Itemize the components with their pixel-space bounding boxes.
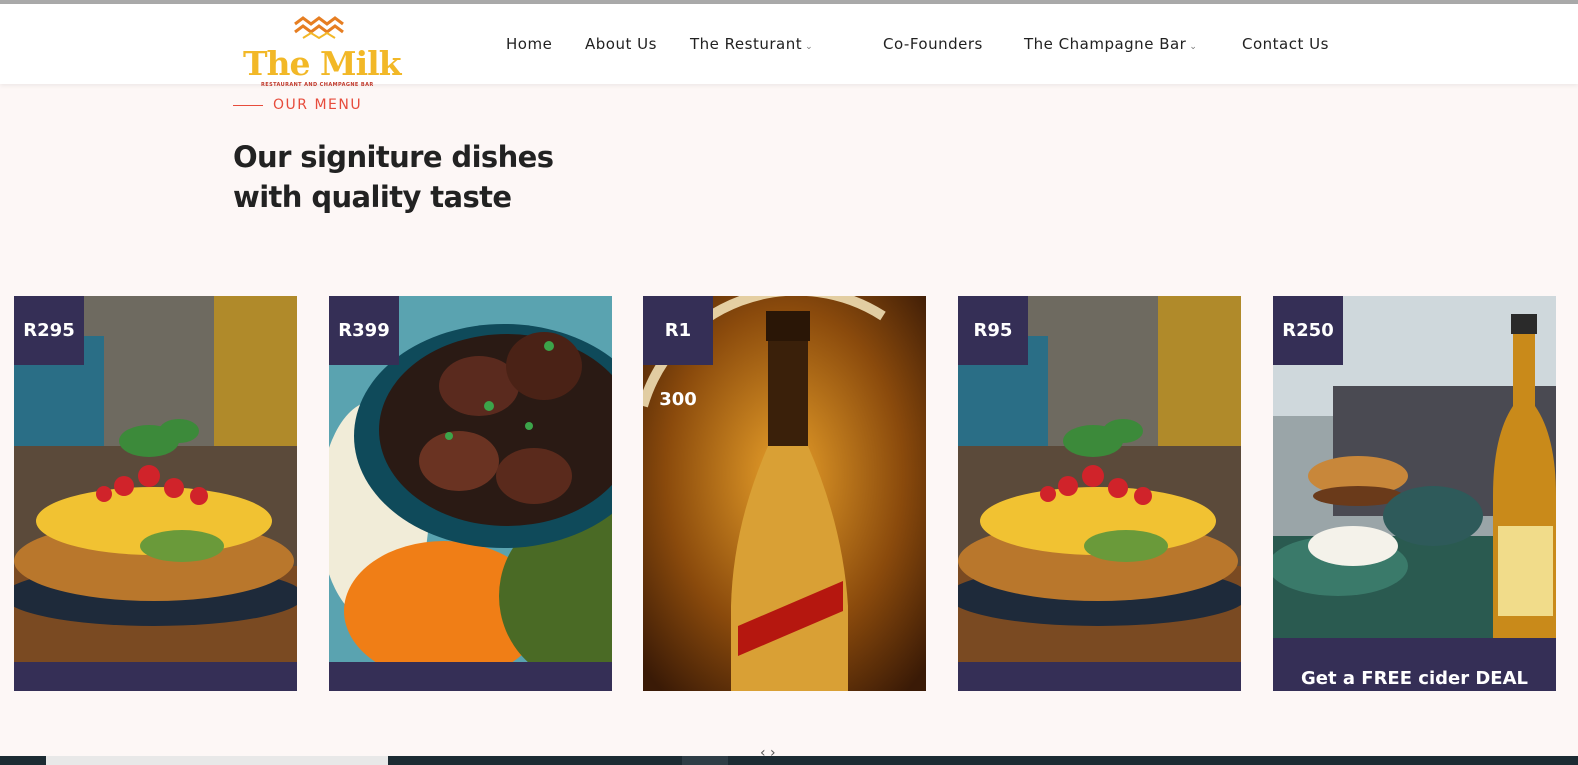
footer-strip-segment: [682, 756, 728, 765]
nav-about-label: About Us: [585, 35, 657, 53]
price-badge: R399: [329, 296, 399, 365]
section-title-line2: with quality taste: [233, 180, 512, 214]
chevron-pattern-icon: [294, 16, 344, 40]
section-title-line1: Our signiture dishes: [233, 140, 554, 174]
nav-co-founders[interactable]: Co-Founders: [883, 35, 983, 53]
menu-card[interactable]: R95: [958, 296, 1241, 691]
nav-home[interactable]: Home: [506, 35, 552, 53]
nav-home-label: Home: [506, 35, 553, 53]
card-caption: [329, 639, 612, 691]
nav-contact-label: Contact Us: [1242, 35, 1329, 53]
nav-contact-us[interactable]: Contact Us: [1242, 35, 1329, 53]
card-caption: [14, 639, 297, 691]
nav-about-us[interactable]: About Us: [585, 35, 657, 53]
menu-card[interactable]: R295: [14, 296, 297, 691]
nav-champagne-label: The Champagne Bar: [1024, 35, 1187, 53]
nav-champagne-bar[interactable]: The Champagne Bar ⌄: [1024, 35, 1197, 53]
nav-the-resturant[interactable]: The Resturant ⌄: [690, 35, 813, 53]
section-eyebrow: OUR MENU: [273, 97, 363, 113]
chevron-down-icon: ⌄: [1189, 42, 1198, 52]
nav-resturant-label: The Resturant: [690, 35, 803, 53]
card-caption: [643, 639, 926, 691]
logo-wordmark: The Milk: [243, 44, 401, 83]
site-logo[interactable]: The Milk RESTAURANT AND CHAMPAGNE BAR: [243, 14, 403, 90]
footer-strip-segment: [46, 756, 388, 765]
section-title: Our signiture dishes with quality taste: [233, 137, 554, 217]
nav-cofounders-label: Co-Founders: [883, 35, 983, 53]
menu-card[interactable]: R399: [329, 296, 612, 691]
eyebrow-divider: [233, 105, 263, 106]
menu-card[interactable]: R250 Get a FREE cider DEAL: [1273, 296, 1556, 691]
card-caption: Get a FREE cider DEAL: [1301, 668, 1528, 689]
carousel-arrows-icon[interactable]: ‹ ›: [760, 745, 776, 761]
logo-tagline: RESTAURANT AND CHAMPAGNE BAR: [261, 82, 374, 88]
price-badge: R250: [1273, 296, 1343, 365]
card-caption: [958, 639, 1241, 691]
chevron-down-icon: ⌄: [805, 42, 814, 52]
site-header: The Milk RESTAURANT AND CHAMPAGNE BAR Ho…: [0, 4, 1578, 88]
price-badge: R1 300: [643, 296, 713, 410]
price-badge: R95: [958, 296, 1028, 365]
price-badge: R295: [14, 296, 84, 365]
menu-card[interactable]: R1 300: [643, 296, 926, 691]
